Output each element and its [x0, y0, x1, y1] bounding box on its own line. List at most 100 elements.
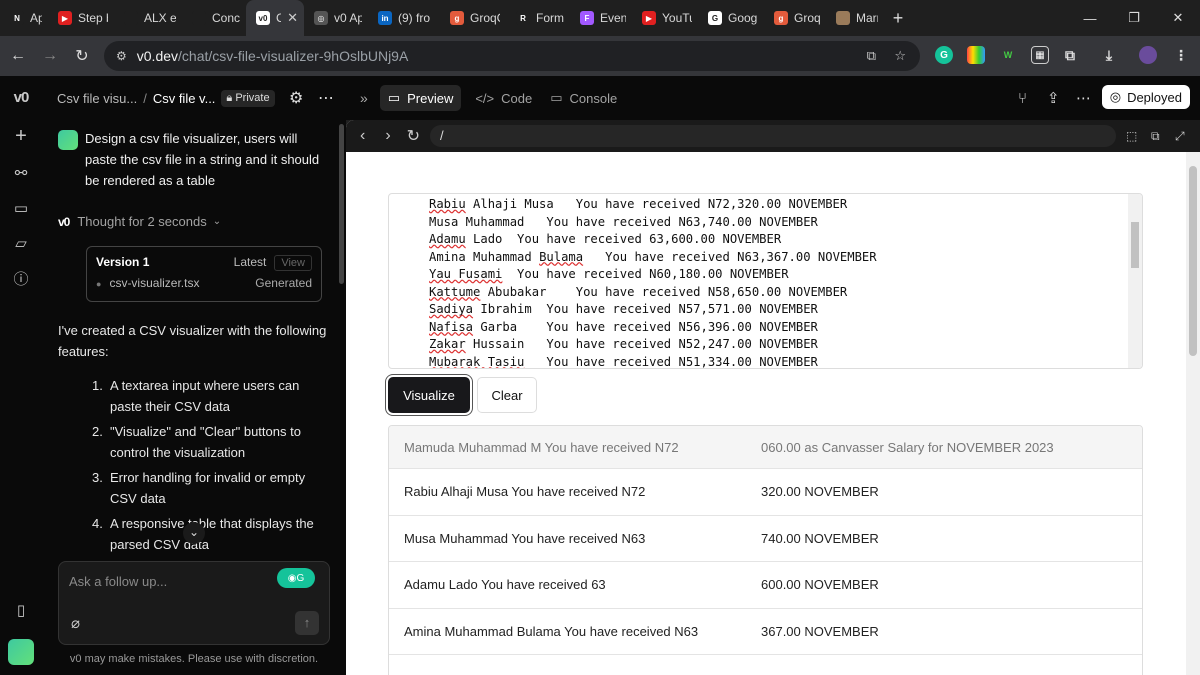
user-avatar[interactable]	[8, 639, 34, 665]
browser-tab[interactable]: in (9) fro	[368, 0, 440, 36]
version-latest-label: Latest	[233, 255, 267, 269]
browser-tab[interactable]: ◎ v0 Ap	[304, 0, 368, 36]
table-row: Rabiu Alhaji Musa You have received N72 3…	[389, 469, 1142, 516]
wappalyzer-extension-icon[interactable]: W	[999, 46, 1017, 64]
v0-small-logo: v0	[58, 214, 70, 229]
branch-icon[interactable]: ⑂	[1018, 90, 1027, 107]
site-info-icon[interactable]: ⚙	[116, 49, 127, 63]
csv-textarea[interactable]: Rabiu Alhaji Musa You have received N72,…	[388, 193, 1143, 369]
textarea-scroll-thumb[interactable]	[1131, 222, 1139, 268]
more-options-icon[interactable]: ⋯	[318, 88, 334, 108]
url-path: /chat/csv-file-visualizer-9hOslbUNj9A	[178, 48, 409, 64]
share-icon[interactable]: ⇪	[1047, 89, 1060, 107]
private-badge[interactable]: 🔒︎ Private	[221, 89, 275, 107]
view-button[interactable]: View	[274, 255, 312, 271]
browser-tab[interactable]: N App R	[0, 0, 48, 36]
tab-favicon-icon: g	[450, 11, 464, 25]
csv-line-segment: Musa Muhammad You have received N63,740.…	[429, 214, 818, 229]
download-icon[interactable]: ⤓	[1100, 46, 1118, 64]
qr-extension-icon[interactable]: ▦	[1031, 46, 1049, 64]
back-icon[interactable]: ←	[2, 47, 34, 65]
sidebar-toggle-icon[interactable]: ▯	[10, 599, 32, 621]
table-row: Adamu Lado You have received 63 600.00 NO…	[389, 562, 1142, 609]
grammarly-extension-icon[interactable]: G	[935, 46, 953, 64]
v0-logo[interactable]: v0	[10, 86, 32, 108]
grammarly-widget-icon[interactable]: ◉G	[277, 568, 315, 588]
reload-icon[interactable]: ↻	[66, 46, 98, 66]
profile-avatar[interactable]	[1139, 46, 1157, 64]
clear-button[interactable]: Clear	[477, 377, 537, 413]
new-window-icon[interactable]: ⧉	[1151, 129, 1160, 144]
attachment-icon[interactable]: ⌀	[71, 614, 80, 632]
book-icon[interactable]: ▭	[10, 197, 32, 219]
new-chat-icon[interactable]: +	[10, 125, 32, 147]
help-icon[interactable]: ⓘ	[10, 267, 32, 289]
chat-header: Csv file visu... / Csv file v... 🔒︎ Priv…	[42, 76, 346, 120]
deployed-button[interactable]: ◎ Deployed	[1101, 85, 1190, 109]
tab-favicon-icon: ▶	[642, 11, 656, 25]
browser-tab[interactable]: F Event	[570, 0, 632, 36]
close-tab-icon[interactable]: ✕	[287, 10, 298, 26]
breadcrumb-current[interactable]: Csv file v...	[153, 91, 216, 106]
inspect-icon[interactable]: ⬚	[1126, 129, 1137, 143]
more-icon[interactable]: ⋯	[1076, 89, 1091, 107]
browser-tab[interactable]: g GroqC	[764, 0, 826, 36]
csv-line-segment: Rabiu	[429, 197, 466, 211]
preview-scroll-thumb[interactable]	[1189, 166, 1197, 356]
tab-preview[interactable]: ▭ Preview	[379, 85, 462, 111]
collapse-panel-icon[interactable]: »	[360, 90, 368, 106]
minimize-icon[interactable]: —	[1068, 0, 1112, 36]
visualize-button[interactable]: Visualize	[388, 377, 470, 413]
follow-up-input[interactable]: Ask a follow up... ◉G ⌀ ↑	[58, 561, 330, 645]
tab-title: GroqC	[470, 11, 500, 25]
new-tab-button[interactable]: +	[884, 0, 912, 36]
preview-forward-icon[interactable]: ›	[385, 127, 390, 145]
browser-tab[interactable]: G Googl	[698, 0, 764, 36]
folder-icon[interactable]: ▱	[10, 232, 32, 254]
browser-tab[interactable]: R Form	[506, 0, 570, 36]
extensions-puzzle-icon[interactable]: ⧉	[1061, 46, 1079, 64]
tab-console[interactable]: ▭ Console	[550, 90, 617, 106]
tab-favicon-icon	[192, 11, 206, 25]
browser-tab[interactable]: v0 C ✕	[246, 0, 304, 36]
tab-favicon-icon: in	[378, 11, 392, 25]
url-bar[interactable]: ⚙ v0.dev/chat/csv-file-visualizer-9hOslb…	[104, 41, 920, 71]
reply-intro: I've created a CSV visualizer with the f…	[58, 323, 327, 359]
table-cell: Musa Muhammad You have received N63	[404, 530, 646, 546]
bookmark-star-icon[interactable]: ☆	[894, 48, 906, 64]
preview-scrollbar[interactable]	[1186, 152, 1200, 675]
thought-toggle[interactable]: v0 Thought for 2 seconds ⌄	[58, 214, 221, 229]
color-extension-icon[interactable]	[967, 46, 985, 64]
open-external-icon[interactable]: ⧉	[867, 48, 876, 64]
preview-back-icon[interactable]: ‹	[360, 127, 365, 145]
browser-tab[interactable]: Marri	[826, 0, 884, 36]
send-button[interactable]: ↑	[295, 611, 319, 635]
tab-favicon-icon	[124, 11, 138, 25]
browser-tab[interactable]: ▶ Step b	[48, 0, 114, 36]
forward-icon[interactable]: →	[34, 47, 66, 65]
settings-gear-icon[interactable]: ⚙	[289, 88, 303, 108]
csv-line: Zakar Hussain You have received N52,247.…	[429, 336, 877, 354]
graph-icon[interactable]: ⚯	[10, 162, 32, 184]
preview-reload-icon[interactable]: ↻	[407, 126, 420, 146]
file-name[interactable]: csv-visualizer.tsx	[109, 276, 199, 290]
tab-preview-label: Preview	[407, 90, 454, 106]
browser-tab[interactable]: ▶ YouTu	[632, 0, 698, 36]
browser-menu-icon[interactable]: ⋮	[1172, 46, 1190, 64]
close-window-icon[interactable]: ✕	[1156, 0, 1200, 36]
window-controls: — ❐ ✕	[1068, 0, 1200, 36]
private-label: Private	[235, 91, 270, 104]
restore-icon[interactable]: ❐	[1112, 0, 1156, 36]
scroll-down-icon[interactable]: ⌄	[183, 522, 205, 544]
fullscreen-icon[interactable]: ⤢	[1175, 129, 1185, 144]
browser-tab[interactable]: Conce	[182, 0, 246, 36]
browser-tab[interactable]: ALX e	[114, 0, 182, 36]
tab-code[interactable]: </> Code	[475, 91, 532, 106]
chat-scrollbar[interactable]	[339, 124, 344, 284]
browser-tab[interactable]: g GroqC	[440, 0, 506, 36]
preview-url-field[interactable]: /	[430, 125, 1116, 147]
breadcrumb-parent[interactable]: Csv file visu...	[57, 91, 137, 106]
csv-line: Mubarak Tasiu You have received N51,334.…	[429, 354, 877, 369]
textarea-scrollbar[interactable]	[1128, 194, 1142, 368]
version-card[interactable]: Version 1 Latest View ● csv-visualizer.tsx…	[86, 246, 322, 302]
